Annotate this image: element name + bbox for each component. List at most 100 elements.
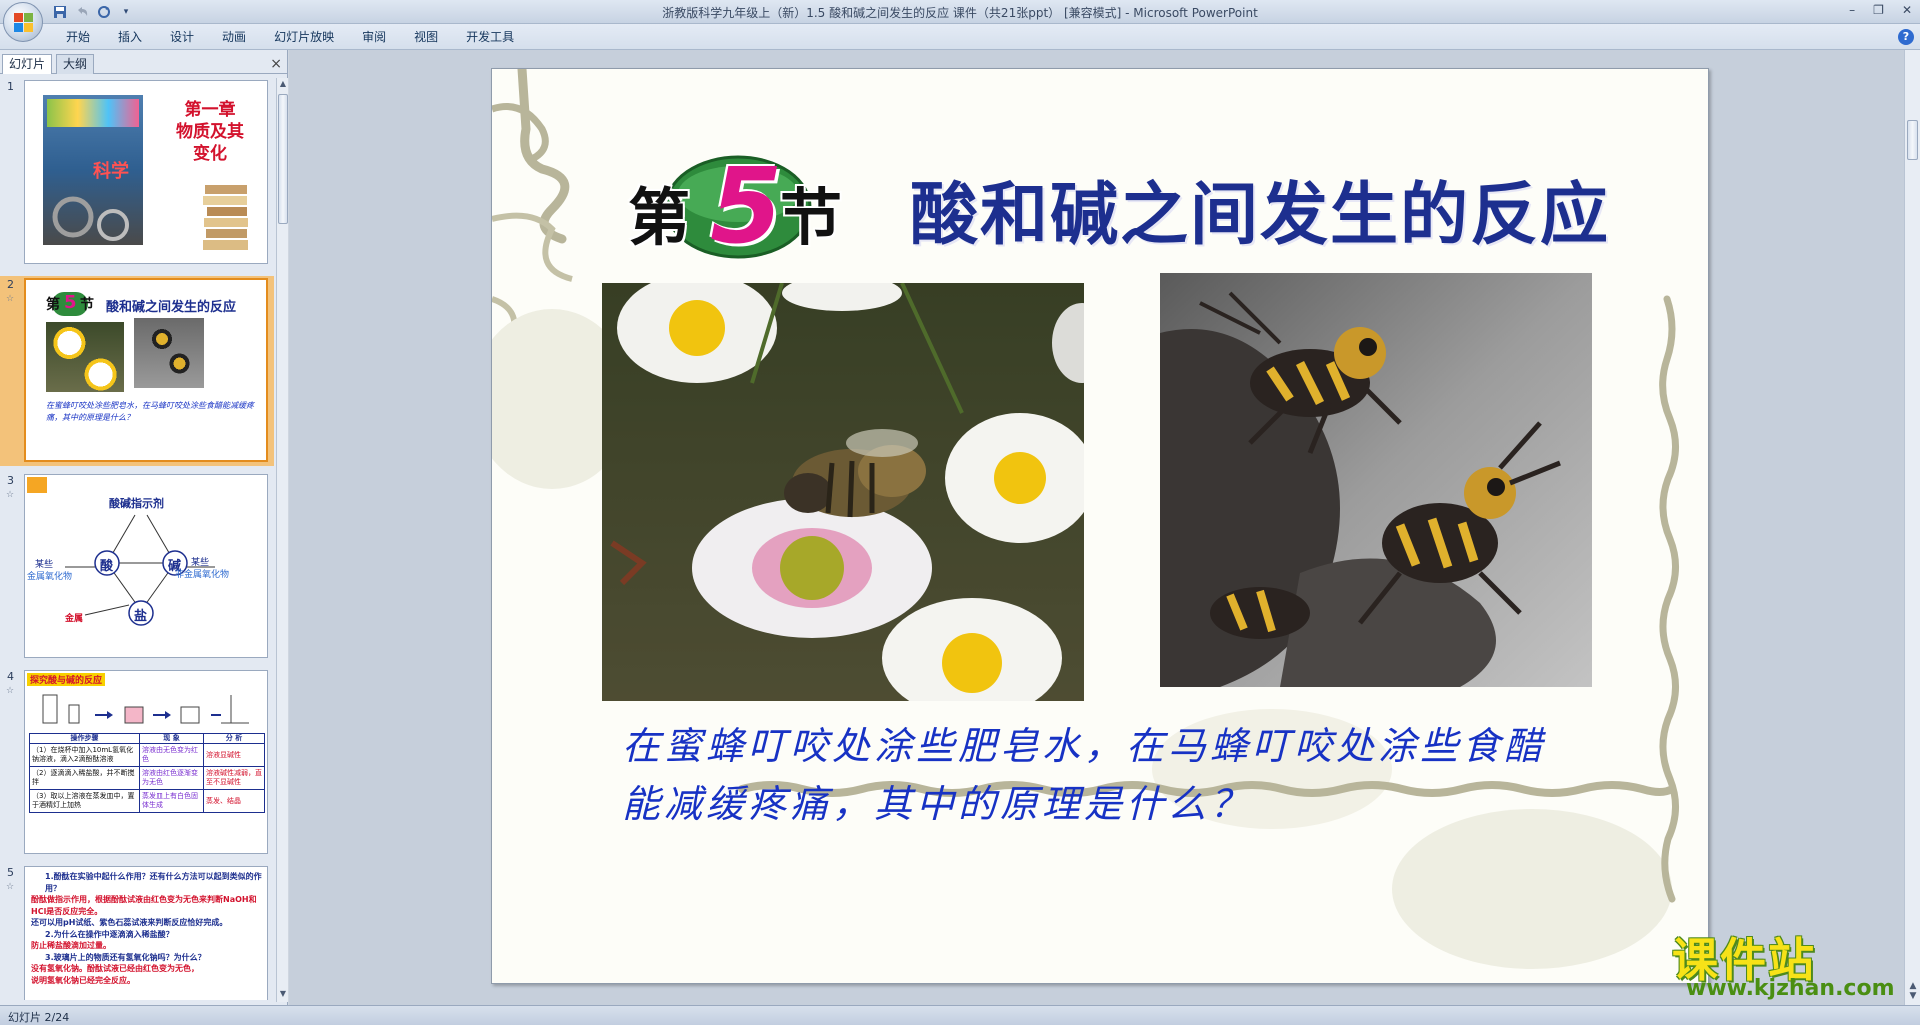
restore-icon[interactable]: ❐ [1873, 3, 1884, 17]
thumbnail-canvas: 探究酸与碱的反应 操作步骤 现 象 分 析 （1）在烧杯中加入10mL氢氧化钠溶… [24, 670, 268, 854]
slides-panel: 幻灯片 大纲 × 1 科学 第一章 物质及其 变化 2 ☆ 第 5 节 酸和碱之… [0, 50, 288, 1005]
slide-number: 5 [7, 866, 14, 879]
table-cell: （2）逐滴滴入稀盐酸，并不断搅拌 [29, 766, 140, 790]
close-icon[interactable]: × [270, 56, 282, 72]
table-header: 分 析 [203, 733, 265, 744]
tab-developer[interactable]: 开发工具 [452, 29, 528, 45]
thumbnail-canvas: 1.酚酞在实验中起什么作用？还有什么方法可以起到类似的作用？ 酚酞做指示作用，根… [24, 866, 268, 1000]
scroll-up-icon[interactable]: ▲ [278, 79, 288, 91]
status-bar: 幻灯片 2/24 [0, 1005, 1920, 1025]
close-window-icon[interactable]: ✕ [1902, 3, 1912, 17]
section-badge: 第 5 节 [628, 145, 854, 267]
bee-on-daisy-image [602, 283, 1084, 701]
office-logo-icon [14, 13, 34, 33]
wasp-bottom-left [1210, 587, 1310, 639]
slide-position: 幻灯片 2/24 [8, 1011, 70, 1024]
scroll-down-icon[interactable]: ▼ [278, 989, 288, 1001]
slide-thumbnail-3[interactable]: 3 ☆ 酸碱指示剂 酸 碱 盐 某些 金属氧化物 某些 非金属氧化物 金属 [0, 472, 274, 662]
wasps-on-nest-photo [1160, 273, 1592, 687]
bottom-label: 金属 [65, 614, 84, 624]
qa-line: 酚酞做指示作用，根据酚酞试液由红色变为无色来判断NaOH和HCl是否反应完全。 [31, 895, 257, 916]
tab-insert[interactable]: 插入 [104, 29, 156, 45]
tab-animations[interactable]: 动画 [208, 29, 260, 45]
chapter-title: 第一章 物质及其 变化 [165, 99, 255, 165]
animation-star-icon: ☆ [6, 490, 15, 500]
tab-slides[interactable]: 幻灯片 [2, 54, 53, 74]
table-header: 现 象 [139, 733, 204, 744]
book-label: 科学 [93, 161, 129, 182]
slide-nav-icons[interactable]: ▲ ▼ [1907, 981, 1919, 1001]
table-cell: 溶液由红色逐渐变为无色 [139, 766, 204, 790]
table-cell: 蒸发皿上有白色固体生成 [139, 789, 204, 813]
wasps-on-nest-image [1160, 273, 1592, 687]
slide-question-text: 在蜜蜂叮咬处涂些肥皂水，在马蜂叮咬处涂些食醋能减缓疼痛，其中的原理是什么？ [622, 724, 1547, 826]
table-row: （3）取以上溶液在蒸发皿中，置于酒精灯上加热 蒸发皿上有白色固体生成 蒸发、结晶 [29, 789, 265, 813]
badge-left-char: 第 [628, 181, 691, 254]
chapter-title-line: 物质及其 [176, 122, 244, 142]
slide-title: 酸和碱之间发生的反应 [910, 176, 1611, 255]
bee-on-daisy-photo [602, 283, 1084, 701]
thumbnail-list: 1 科学 第一章 物质及其 变化 2 ☆ 第 5 节 酸和碱之间发生的反应 在蜜… [0, 78, 274, 1000]
tab-view[interactable]: 视图 [400, 29, 452, 45]
mini-badge-number: 5 [64, 292, 77, 313]
relationship-diagram [65, 514, 215, 626]
apparatus-diagram [42, 694, 249, 724]
table-cell: （3）取以上溶液在蒸发皿中，置于酒精灯上加热 [29, 789, 140, 813]
thumbnail-canvas: 科学 第一章 物质及其 变化 [24, 80, 268, 264]
badge-number: 5 [710, 145, 783, 267]
table-row: （1）在烧杯中加入10mL氢氧化钠溶液，滴入2滴酚酞溶液 溶液由无色变为红色 溶… [29, 743, 265, 767]
thumbnail-scrollbar[interactable]: ▲ ▼ [276, 78, 288, 1002]
slide-scrollbar[interactable]: ▲ ▼ [1904, 50, 1920, 1005]
chapter-title-line: 第一章 [184, 100, 236, 120]
table-cell: 溶液碱性减弱，直至不显碱性 [203, 766, 265, 790]
animation-star-icon: ☆ [6, 294, 15, 304]
qa-line: 3.玻璃片上的物质还有氢氧化钠吗？为什么？ [45, 952, 206, 962]
window-title: 浙教版科学九年级上（新）1.5 酸和碱之间发生的反应 课件（共21张ppt） [… [662, 6, 1258, 20]
current-slide[interactable]: 第 5 节 酸和碱之间发生的反应 在蜜蜂叮咬处涂些肥皂水，在马蜂叮咬处涂些食醋能… [491, 68, 1709, 984]
qa-line: 防止稀盐酸滴加过量。 [31, 941, 111, 950]
tab-home[interactable]: 开始 [52, 29, 104, 45]
animation-star-icon: ☆ [6, 686, 15, 696]
mini-title: 酸和碱之间发生的反应 [106, 300, 237, 315]
mini-caption: 在蜜蜂叮咬处涂些肥皂水，在马蜂叮咬处涂些食醋能减缓疼痛，其中的原理是什么？ [46, 401, 254, 422]
title-bar: ▾ 浙教版科学九年级上（新）1.5 酸和碱之间发生的反应 课件（共21张ppt）… [0, 0, 1920, 24]
slide-scrollbar-thumb[interactable] [1907, 120, 1918, 160]
tab-review[interactable]: 审阅 [348, 29, 400, 45]
table-cell: 溶液显碱性 [203, 743, 265, 767]
mini-badge: 第 5 节 [46, 292, 94, 316]
scrollbar-thumb[interactable] [278, 94, 288, 224]
site-watermark: 课件站 www.kjzhan.com [1672, 924, 1900, 1006]
qa-line: 1.酚酞在实验中起什么作用？还有什么方法可以起到类似的作用？ [45, 872, 262, 893]
tab-design[interactable]: 设计 [156, 29, 208, 45]
daisy-center [692, 498, 932, 638]
table-header: 操作步骤 [29, 733, 140, 744]
panel-tabs: 幻灯片 大纲 × [0, 52, 288, 74]
salt-node: 盐 [134, 609, 148, 624]
qa-line: 说明氢氧化钠已经完全反应。 [31, 975, 135, 985]
slide-thumbnail-1[interactable]: 1 科学 第一章 物质及其 变化 [0, 78, 274, 268]
tab-slide-show[interactable]: 幻灯片放映 [260, 29, 348, 45]
slide-editor: 第 5 节 酸和碱之间发生的反应 在蜜蜂叮咬处涂些肥皂水，在马蜂叮咬处涂些食醋能… [289, 50, 1904, 1005]
slide-thumbnail-4[interactable]: 4 ☆ 探究酸与碱的反应 操作步骤 现 象 分 析 （1）在烧杯中加入10mL氢… [0, 668, 274, 858]
chapter-title-line: 变化 [193, 144, 227, 164]
qa-line: 还可以用pH试纸、紫色石蕊试液来判断反应恰好完成。 [31, 918, 228, 927]
help-icon[interactable]: ? [1898, 29, 1914, 45]
qa-text: 1.酚酞在实验中起什么作用？还有什么方法可以起到类似的作用？ 酚酞做指示作用，根… [31, 871, 263, 986]
left-label: 金属氧化物 [27, 572, 73, 582]
mini-wasp-photo [134, 318, 204, 388]
slide-thumbnail-5[interactable]: 5 ☆ 1.酚酞在实验中起什么作用？还有什么方法可以起到类似的作用？ 酚酞做指示… [0, 864, 274, 1000]
experiment-table: 操作步骤 现 象 分 析 （1）在烧杯中加入10mL氢氧化钠溶液，滴入2滴酚酞溶… [29, 733, 265, 813]
book-stack-icon [203, 185, 248, 250]
mini-badge-left: 第 [46, 297, 60, 313]
slide-number: 2 [7, 278, 14, 291]
tab-outline[interactable]: 大纲 [56, 54, 95, 74]
acid-node: 酸 [100, 559, 114, 574]
office-button[interactable] [3, 2, 43, 42]
gears-icon [52, 196, 129, 241]
slide-thumbnail-2[interactable]: 2 ☆ 第 5 节 酸和碱之间发生的反应 在蜜蜂叮咬处涂些肥皂水，在马蜂叮咬处涂… [0, 276, 274, 466]
window-controls: – ❐ ✕ [1849, 3, 1912, 17]
qa-line: 2.为什么在操作中逐滴滴入稀盐酸？ [45, 929, 174, 939]
minimize-icon[interactable]: – [1849, 3, 1855, 17]
mini-daisy-photo [46, 322, 124, 392]
animation-star-icon: ☆ [6, 882, 15, 892]
